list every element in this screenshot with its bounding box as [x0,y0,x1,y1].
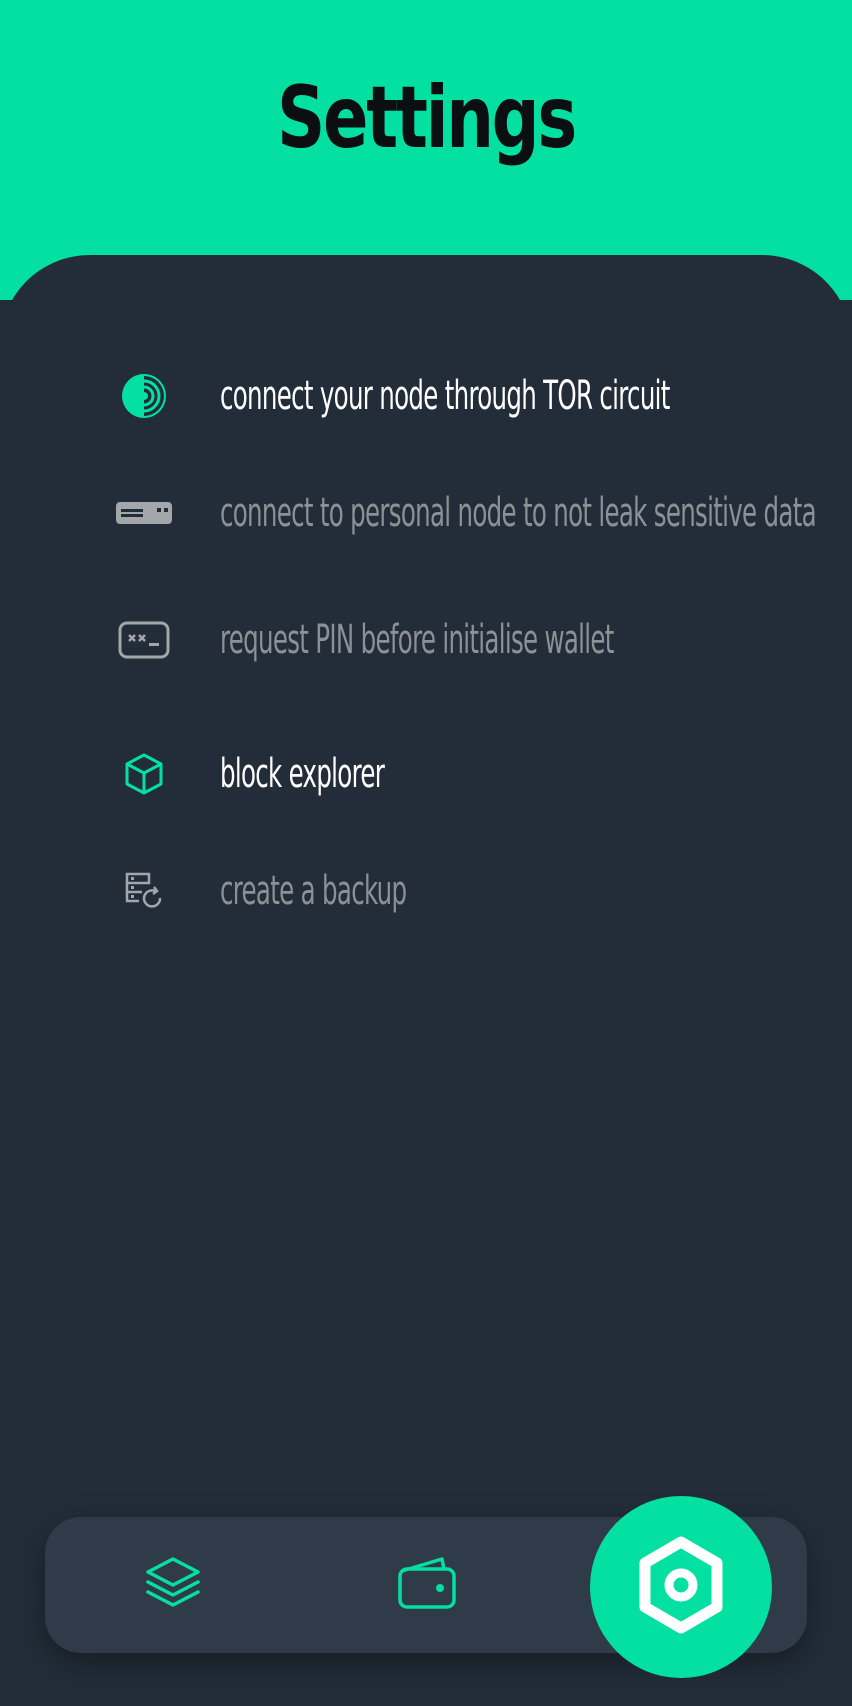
setting-tor[interactable]: connect your node through TOR circuit [110,361,830,431]
setting-block-explorer-label: block explorer [220,751,385,797]
setting-pin[interactable]: request PIN before initialise wallet [110,605,830,675]
setting-personal-node-label: connect to personal node to not leak sen… [220,490,817,536]
nav-wallet-button[interactable] [387,1545,467,1625]
wallet-icon [396,1555,458,1615]
setting-block-explorer[interactable]: block explorer [110,739,830,809]
nav-transactions-button[interactable] [133,1545,213,1625]
nav-settings-button[interactable] [590,1496,772,1678]
page-title: Settings [277,68,577,168]
pin-pad-icon [110,606,178,674]
layers-icon [144,1555,202,1615]
hex-nut-settings-icon [635,1536,727,1638]
cube-icon [110,740,178,808]
setting-tor-label: connect your node through TOR circuit [220,373,670,419]
setting-pin-label: request PIN before initialise wallet [220,617,614,663]
setting-backup-label: create a backup [220,868,407,914]
setting-personal-node[interactable]: connect to personal node to not leak sen… [110,478,830,548]
setting-backup[interactable]: create a backup [110,856,830,926]
settings-panel: connect your node through TOR circuit co… [0,255,852,1706]
tor-onion-icon [110,362,178,430]
backup-restore-icon [110,857,178,925]
server-icon [110,479,178,547]
